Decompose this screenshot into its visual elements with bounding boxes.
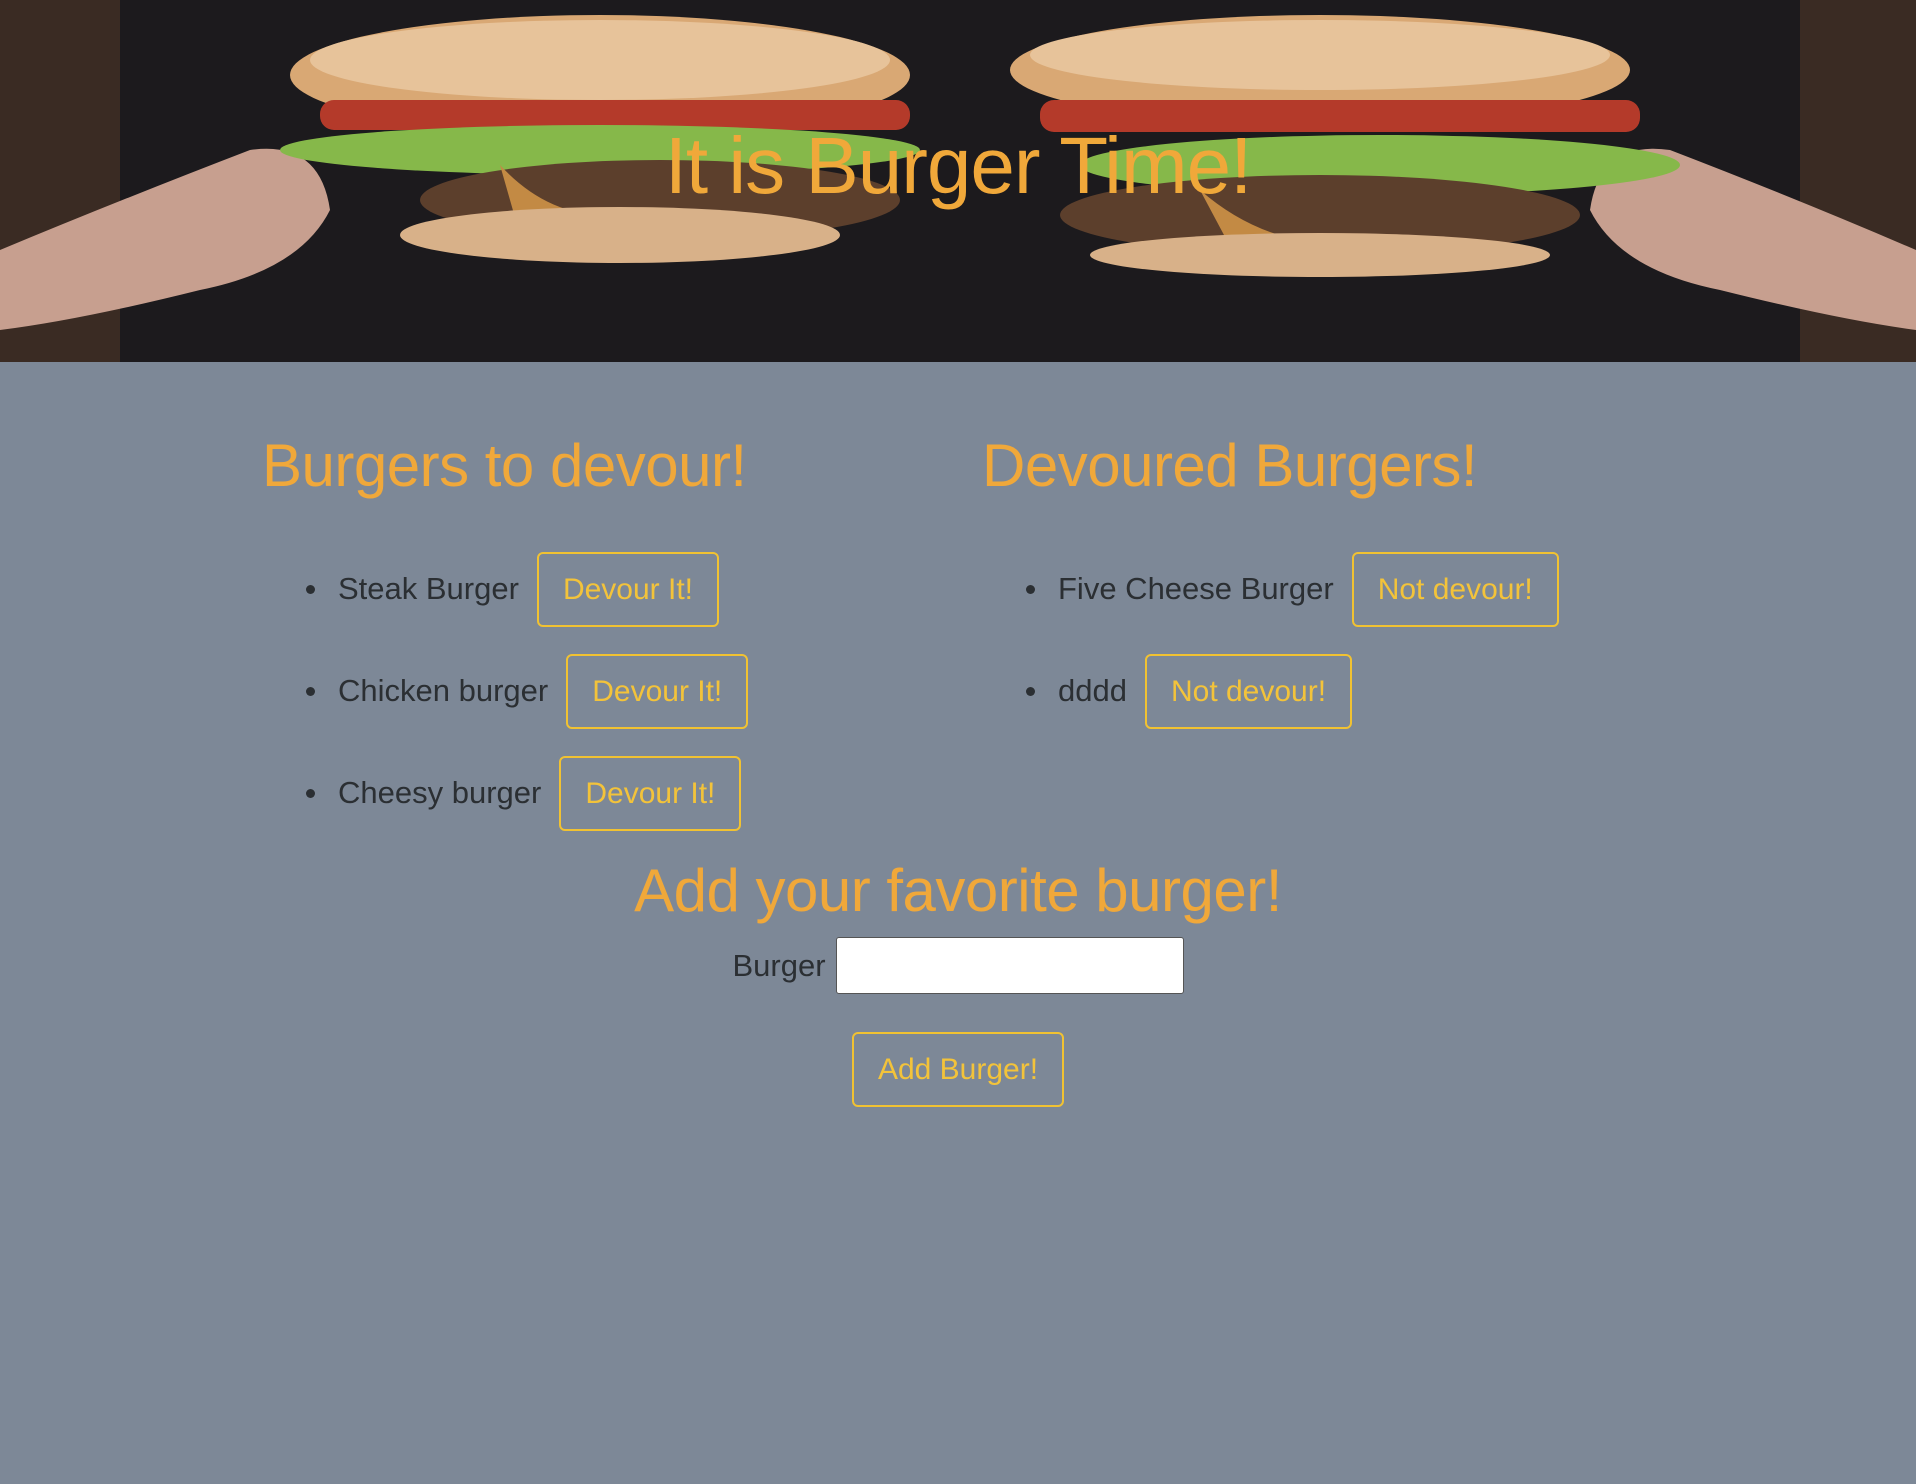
- devoured-list: Five Cheese Burger Not devour! dddd Not …: [1026, 538, 1559, 742]
- devour-button[interactable]: Devour It!: [559, 755, 742, 831]
- list-item: dddd Not devour!: [1026, 640, 1559, 742]
- devoured-heading: Devoured Burgers!: [982, 432, 1478, 499]
- list-item: Cheesy burger Devour It!: [306, 742, 748, 844]
- devoured-column: Devoured Burgers! Five Cheese Burger Not…: [982, 430, 1559, 742]
- burger-input[interactable]: [835, 937, 1184, 994]
- list-item: Steak Burger Devour It!: [306, 538, 748, 640]
- bullet-icon: [1026, 584, 1035, 594]
- add-burger-heading: Add your favorite burger!: [634, 857, 1282, 924]
- submit-row: Add Burger!: [0, 1032, 1916, 1107]
- burger-label: Burger: [732, 947, 826, 983]
- not-devour-button[interactable]: Not devour!: [1144, 653, 1353, 729]
- to-devour-heading: Burgers to devour!: [262, 432, 747, 499]
- bullet-icon: [306, 584, 315, 594]
- not-devour-button[interactable]: Not devour!: [1351, 551, 1559, 627]
- list-item: Five Cheese Burger Not devour!: [1026, 538, 1559, 640]
- bullet-icon: [306, 788, 315, 798]
- burger-name: Cheesy burger: [338, 775, 542, 810]
- burger-name: Steak Burger: [338, 571, 519, 606]
- add-burger-button[interactable]: Add Burger!: [851, 1032, 1065, 1107]
- burger-name: Five Cheese Burger: [1058, 571, 1334, 606]
- burger-lists: Burgers to devour! Steak Burger Devour I…: [0, 362, 1916, 842]
- devour-button[interactable]: Devour It!: [566, 653, 749, 729]
- bullet-icon: [1026, 686, 1035, 696]
- burger-input-row: Burger: [0, 937, 1916, 994]
- hero-banner: It is Burger Time!: [0, 0, 1916, 362]
- burger-name: Chicken burger: [338, 673, 549, 708]
- to-devour-column: Burgers to devour! Steak Burger Devour I…: [262, 430, 749, 844]
- page-title: It is Burger Time!: [664, 121, 1253, 210]
- bullet-icon: [306, 686, 315, 696]
- list-item: Chicken burger Devour It!: [306, 640, 749, 742]
- to-devour-list: Steak Burger Devour It! Chicken burger D…: [306, 538, 749, 844]
- devour-button[interactable]: Devour It!: [536, 551, 719, 627]
- burger-name: dddd: [1058, 673, 1127, 708]
- add-burger-form: Add your favorite burger! Burger Add Bur…: [0, 855, 1916, 1107]
